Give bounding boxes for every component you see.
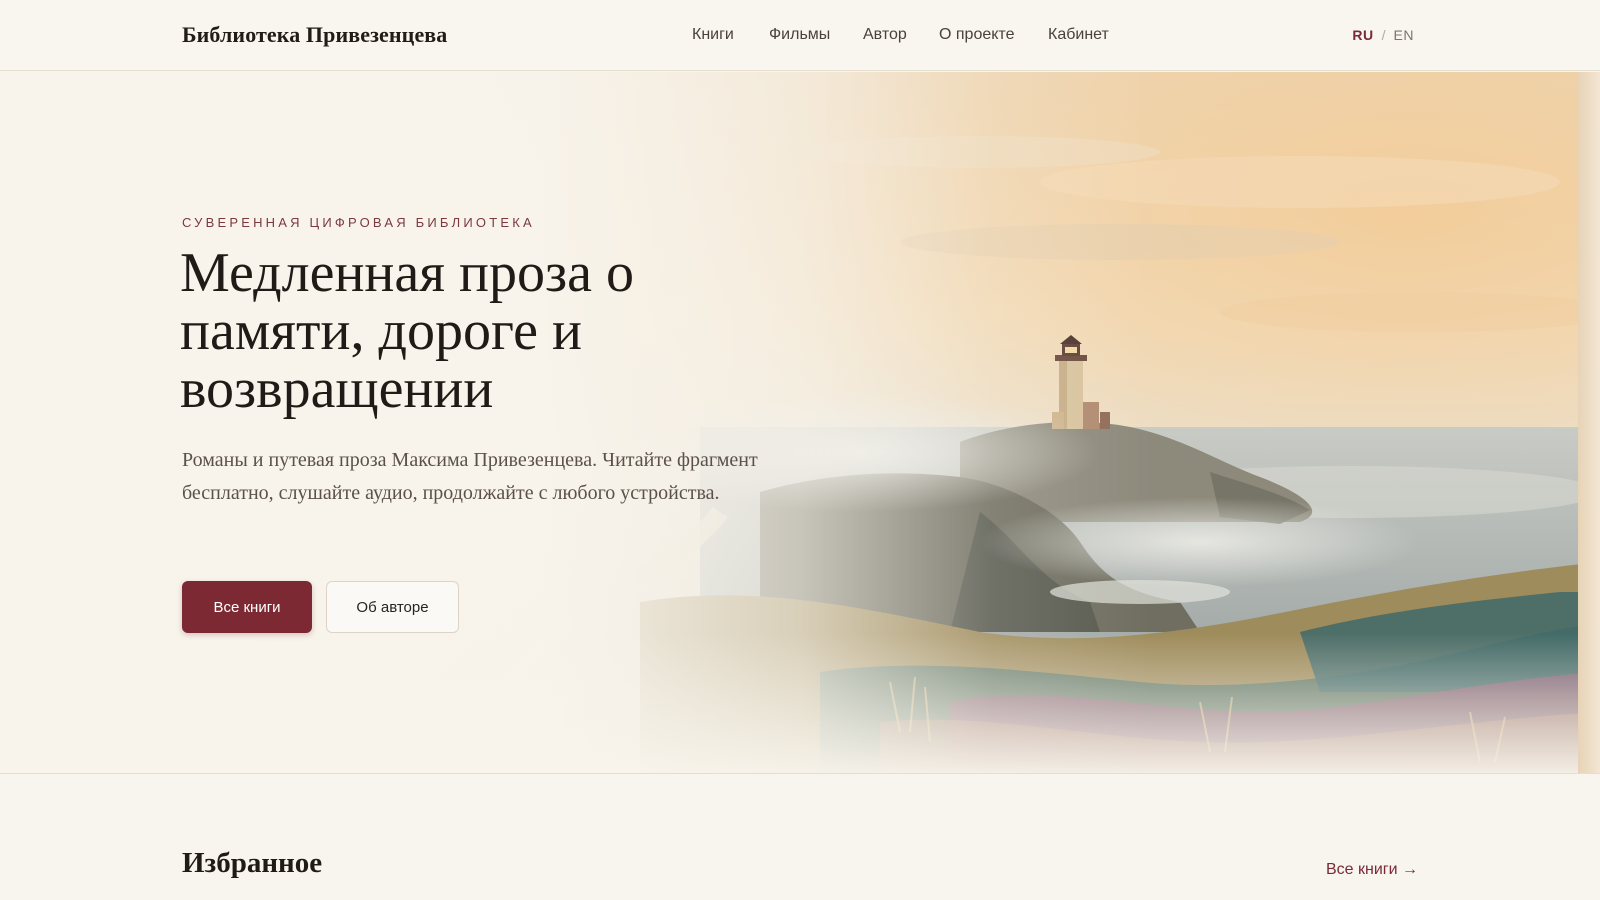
about-author-button[interactable]: Об авторе: [326, 581, 459, 633]
hero-section: СУВЕРЕННАЯ ЦИФРОВАЯ БИБЛИОТЕКА Медленная…: [0, 72, 1600, 774]
featured-all-books-link[interactable]: Все книги →: [1326, 861, 1418, 879]
featured-heading: Избранное: [182, 847, 323, 879]
site-header: Библиотека Привезенцева Книги Фильмы Авт…: [0, 0, 1600, 71]
hero-eyebrow: СУВЕРЕННАЯ ЦИФРОВАЯ БИБЛИОТЕКА: [182, 215, 535, 230]
hero-title: Медленная проза о памяти, дороге и возвр…: [180, 242, 634, 420]
lang-ru[interactable]: RU: [1352, 27, 1373, 43]
nav-item-about[interactable]: О проекте: [939, 26, 1014, 44]
nav-item-films[interactable]: Фильмы: [769, 26, 830, 44]
all-books-button[interactable]: Все книги: [182, 581, 312, 633]
nav-item-books[interactable]: Книги: [692, 26, 734, 44]
hero-landscape-illustration: [0, 72, 1600, 773]
hero-right-edge: [1578, 72, 1600, 773]
nav-item-cabinet[interactable]: Кабинет: [1048, 26, 1109, 44]
nav-item-author[interactable]: Автор: [863, 26, 907, 44]
language-switcher: RU / EN: [1352, 27, 1414, 43]
lang-separator: /: [1381, 27, 1386, 43]
hero-lead: Романы и путевая проза Максима Привезенц…: [182, 449, 758, 504]
lang-en[interactable]: EN: [1394, 27, 1414, 43]
